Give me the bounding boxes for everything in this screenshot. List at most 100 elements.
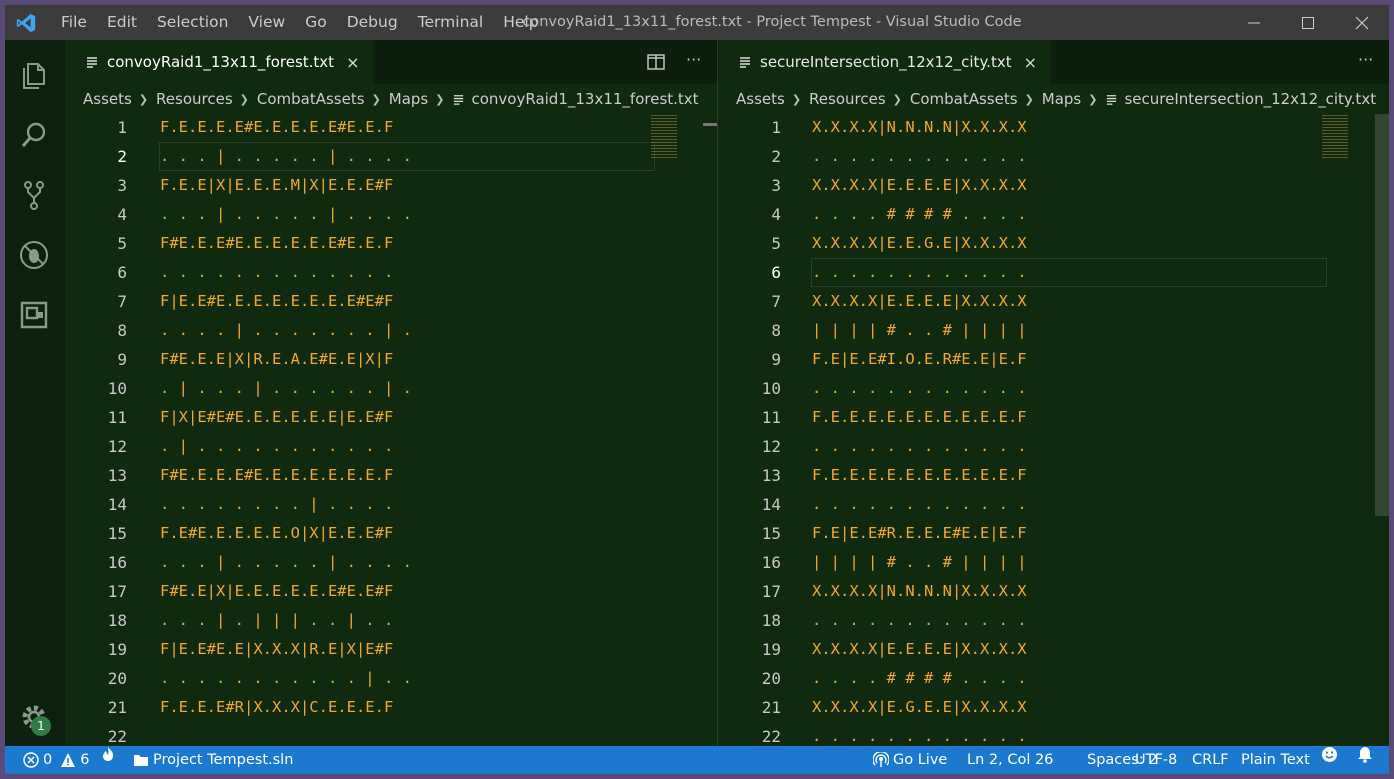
- line-number: 20: [107, 669, 127, 688]
- line-text: . . . . # # # # . . . .: [812, 205, 1027, 223]
- code-line[interactable]: 5 X.X.X.X|E.E.G.E|X.X.X.X: [718, 229, 1389, 258]
- code-line[interactable]: 19 X.X.X.X|E.E.E.E|X.X.X.X: [718, 635, 1389, 664]
- debug-icon[interactable]: [17, 238, 51, 272]
- minimize-button[interactable]: [1227, 5, 1281, 40]
- code-line[interactable]: 22: [65, 722, 717, 746]
- error-icon: [23, 752, 39, 768]
- minimap-left[interactable]: [651, 114, 677, 158]
- source-control-icon[interactable]: [17, 178, 51, 212]
- breadcrumb-item[interactable]: Maps: [1042, 90, 1081, 108]
- chevron-right-icon: ❯: [435, 92, 445, 106]
- code-line[interactable]: 12 . | . . . . . . . . . . .: [65, 432, 717, 461]
- breadcrumb-file[interactable]: convoyRaid1_13x11_forest.txt: [471, 90, 698, 108]
- maximize-button[interactable]: [1281, 5, 1335, 40]
- encoding[interactable]: UTF-8: [1135, 746, 1177, 774]
- code-line[interactable]: 4 . . . . # # # # . . . .: [718, 200, 1389, 229]
- code-line[interactable]: 8 . . . . | . . . . . . . | .: [65, 316, 717, 345]
- scrollbar-right[interactable]: [1375, 114, 1389, 516]
- extensions-icon[interactable]: [17, 298, 51, 332]
- code-line[interactable]: 1 F.E.E.E.E#E.E.E.E.E#E.E.F: [65, 113, 717, 142]
- code-line[interactable]: 9 F.E|E.E#I.O.E.R#E.E|E.F: [718, 345, 1389, 374]
- code-line[interactable]: 5 F#E.E.E#E.E.E.E.E.E#E.E.F: [65, 229, 717, 258]
- line-ending[interactable]: CRLF: [1192, 746, 1229, 774]
- line-text: . . . | . . . . . | . . . .: [160, 553, 412, 571]
- problems-indicator[interactable]: 0 6: [23, 746, 89, 774]
- explorer-icon[interactable]: [17, 58, 51, 92]
- code-line[interactable]: 16 | | | | # . . # | | | |: [718, 548, 1389, 577]
- notifications-button[interactable]: [1357, 746, 1377, 763]
- more-actions-button[interactable]: ···: [686, 50, 701, 69]
- breadcrumb-item[interactable]: CombatAssets: [910, 90, 1018, 108]
- breadcrumb-file[interactable]: secureIntersection_12x12_city.txt: [1124, 90, 1376, 108]
- solution-indicator[interactable]: Project Tempest.sln: [133, 746, 293, 774]
- code-line[interactable]: 21 F.E.E.E#R|X.X.X|C.E.E.E.F: [65, 693, 717, 722]
- code-line[interactable]: 12 . . . . . . . . . . . .: [718, 432, 1389, 461]
- code-line[interactable]: 6 . . . . . . . . . . . .: [718, 258, 1389, 287]
- code-line[interactable]: 10 . . . . . . . . . . . .: [718, 374, 1389, 403]
- breadcrumb-item[interactable]: Assets: [736, 90, 785, 108]
- code-line[interactable]: 22 . . . . . . . . . . . .: [718, 722, 1389, 746]
- code-line[interactable]: 7 F|E.E#E.E.E.E.E.E.E.E#E#F: [65, 287, 717, 316]
- code-line[interactable]: 4 . . . | . . . . . | . . . .: [65, 200, 717, 229]
- breadcrumb-item[interactable]: CombatAssets: [257, 90, 365, 108]
- code-line[interactable]: 16 . . . | . . . . . | . . . .: [65, 548, 717, 577]
- code-line[interactable]: 3 F.E.E|X|E.E.E.M|X|E.E.E#F: [65, 171, 717, 200]
- tab-close-button[interactable]: ×: [346, 53, 359, 72]
- code-line[interactable]: 8 | | | | # . . # | | | |: [718, 316, 1389, 345]
- code-line[interactable]: 9 F#E.E.E|X|R.E.A.E#E.E|X|F: [65, 345, 717, 374]
- close-window-button[interactable]: [1335, 5, 1389, 40]
- solution-name: Project Tempest.sln: [153, 752, 294, 768]
- split-editor-icon[interactable]: [647, 54, 665, 70]
- cursor-position[interactable]: Ln 2, Col 26: [967, 746, 1053, 774]
- code-line[interactable]: 14 . . . . . . . . | . . . .: [65, 490, 717, 519]
- code-line[interactable]: 19 F|E.E#E.E|X.X.X|R.E|X|E#F: [65, 635, 717, 664]
- line-number: 14: [107, 495, 127, 514]
- code-editor-right[interactable]: 1 X.X.X.X|N.N.N.N|X.X.X.X 2 . . . . . . . .…: [718, 114, 1389, 746]
- breadcrumb-item[interactable]: Resources: [809, 90, 886, 108]
- breadcrumb-item[interactable]: Assets: [83, 90, 132, 108]
- breadcrumb-item[interactable]: Resources: [156, 90, 233, 108]
- tab-secure-intersection[interactable]: secureIntersection_12x12_city.txt ×: [718, 40, 1051, 84]
- tab-close-button[interactable]: ×: [1024, 53, 1037, 72]
- line-number: 18: [107, 611, 127, 630]
- line-text: X.X.X.X|E.G.E.E|X.X.X.X: [812, 698, 1027, 716]
- code-line[interactable]: 7 X.X.X.X|E.E.E.E|X.X.X.X: [718, 287, 1389, 316]
- code-line[interactable]: 18 . . . | . | | | . . | . .: [65, 606, 717, 635]
- code-line[interactable]: 20 . . . . # # # # . . . .: [718, 664, 1389, 693]
- code-line[interactable]: 10 . | . . . | . . . . . . | .: [65, 374, 717, 403]
- line-text: . . . . . . . . . . . . .: [160, 263, 394, 281]
- code-line[interactable]: 13 F.E.E.E.E.E.E.E.E.E.E.F: [718, 461, 1389, 490]
- code-line[interactable]: 2 . . . . . . . . . . . .: [718, 142, 1389, 171]
- tab-convoy-raid[interactable]: convoyRaid1_13x11_forest.txt ×: [65, 40, 374, 84]
- scrollbar-left[interactable]: [703, 123, 717, 126]
- code-line[interactable]: 3 X.X.X.X|E.E.E.E|X.X.X.X: [718, 171, 1389, 200]
- breadcrumb-item[interactable]: Maps: [389, 90, 428, 108]
- code-line[interactable]: 21 X.X.X.X|E.G.E.E|X.X.X.X: [718, 693, 1389, 722]
- code-line[interactable]: 2 . . . | . . . . . | . . . .: [65, 142, 717, 171]
- more-actions-button[interactable]: ···: [1358, 50, 1373, 69]
- go-live-button[interactable]: Go Live: [873, 746, 947, 774]
- code-line[interactable]: 17 F#E.E|X|E.E.E.E.E.E#E.E#F: [65, 577, 717, 606]
- line-number: 5: [117, 234, 127, 253]
- flame-button[interactable]: [101, 746, 119, 762]
- code-line[interactable]: 20 . . . . . . . . . . . | . .: [65, 664, 717, 693]
- code-line[interactable]: 15 F.E#E.E.E.E.E.O|X|E.E.E#F: [65, 519, 717, 548]
- code-line[interactable]: 11 F.E.E.E.E.E.E.E.E.E.E.F: [718, 403, 1389, 432]
- line-number: 20: [761, 669, 781, 688]
- chevron-right-icon: ❯: [239, 92, 249, 106]
- code-line[interactable]: 1 X.X.X.X|N.N.N.N|X.X.X.X: [718, 113, 1389, 142]
- language-mode[interactable]: Plain Text: [1241, 746, 1310, 774]
- code-line[interactable]: 6 . . . . . . . . . . . . .: [65, 258, 717, 287]
- window-title: convoyRaid1_13x11_forest.txt - Project T…: [522, 14, 1022, 30]
- feedback-button[interactable]: [1321, 746, 1342, 763]
- code-line[interactable]: 17 X.X.X.X|N.N.N.N|X.X.X.X: [718, 577, 1389, 606]
- code-line[interactable]: 13 F#E.E.E.E#E.E.E.E.E.E.E.F: [65, 461, 717, 490]
- code-line[interactable]: 11 F|X|E#E#E.E.E.E.E.E|E.E#F: [65, 403, 717, 432]
- minimap-right[interactable]: [1322, 114, 1348, 158]
- code-line[interactable]: 15 F.E|E.E#R.E.E.E#E.E|E.F: [718, 519, 1389, 548]
- code-line[interactable]: 14 . . . . . . . . . . . .: [718, 490, 1389, 519]
- line-text: F|E.E#E.E|X.X.X|R.E|X|E#F: [160, 640, 394, 658]
- code-editor-left[interactable]: 1 F.E.E.E.E#E.E.E.E.E#E.E.F 2 . . . | . . .…: [65, 114, 717, 746]
- search-icon[interactable]: [17, 118, 51, 152]
- code-line[interactable]: 18 . . . . . . . . . . . .: [718, 606, 1389, 635]
